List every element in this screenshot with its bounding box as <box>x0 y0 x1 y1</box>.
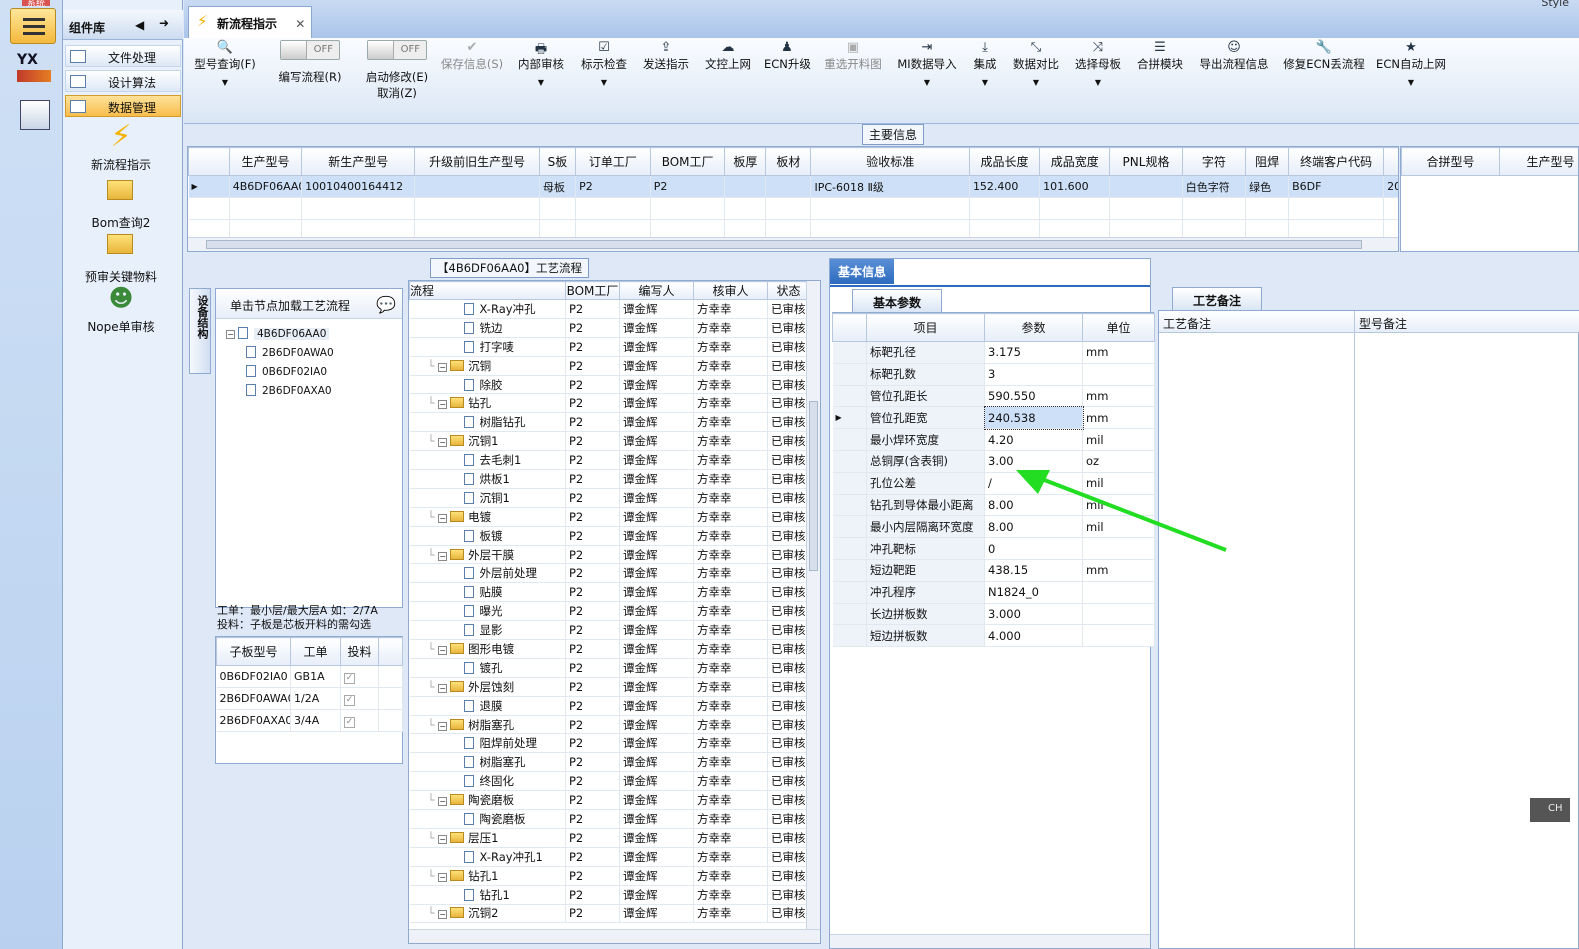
main-menu-button[interactable] <box>10 8 56 44</box>
main-area: ⚡ 新流程指示 ✕ Style 🔍 型号查询(F) ▼ OFF 编写流程(R) OFF… <box>184 0 1579 949</box>
folder-icon <box>107 180 135 210</box>
nav-item-file-processing[interactable]: 文件处理 <box>65 45 181 67</box>
component-library-header: 组件库 ◀ ➜ <box>63 10 183 40</box>
collapse-left-icon[interactable]: ◀ <box>135 18 144 32</box>
pin-icon[interactable]: ➜ <box>159 16 169 30</box>
tool-new-process[interactable]: ⚡ 新流程指示 <box>63 122 179 173</box>
nav-item-design-algorithm[interactable]: 设计算法 <box>65 70 181 92</box>
annotation-arrow-line <box>1033 474 1227 552</box>
list-icon <box>70 100 86 113</box>
component-library-title: 组件库 <box>69 21 106 35</box>
user-icon: ☻ <box>108 284 134 312</box>
list-icon <box>70 50 86 63</box>
system-badge: 系统 <box>22 0 50 9</box>
annotation-overlay <box>1016 470 1227 552</box>
tool-nope-review[interactable]: ☻ Nope单审核 <box>63 284 179 335</box>
component-library-panel: 组件库 ◀ ➜ 文件处理 设计算法 数据管理 ⚡ 新流程指示 Bom查询2 预审关… <box>63 0 183 949</box>
lightning-icon: ⚡ <box>110 119 132 154</box>
folder-icon <box>107 234 135 264</box>
tool-pre-review[interactable]: 预审关键物料 <box>63 234 179 285</box>
calculator-icon[interactable] <box>20 100 50 130</box>
list-icon <box>70 75 86 88</box>
app-launcher-column: 系统 YX <box>0 0 63 949</box>
yx-logo-icon[interactable]: YX <box>17 52 51 86</box>
tool-bom-query[interactable]: Bom查询2 <box>63 180 179 231</box>
nav-item-data-management[interactable]: 数据管理 <box>65 95 181 117</box>
